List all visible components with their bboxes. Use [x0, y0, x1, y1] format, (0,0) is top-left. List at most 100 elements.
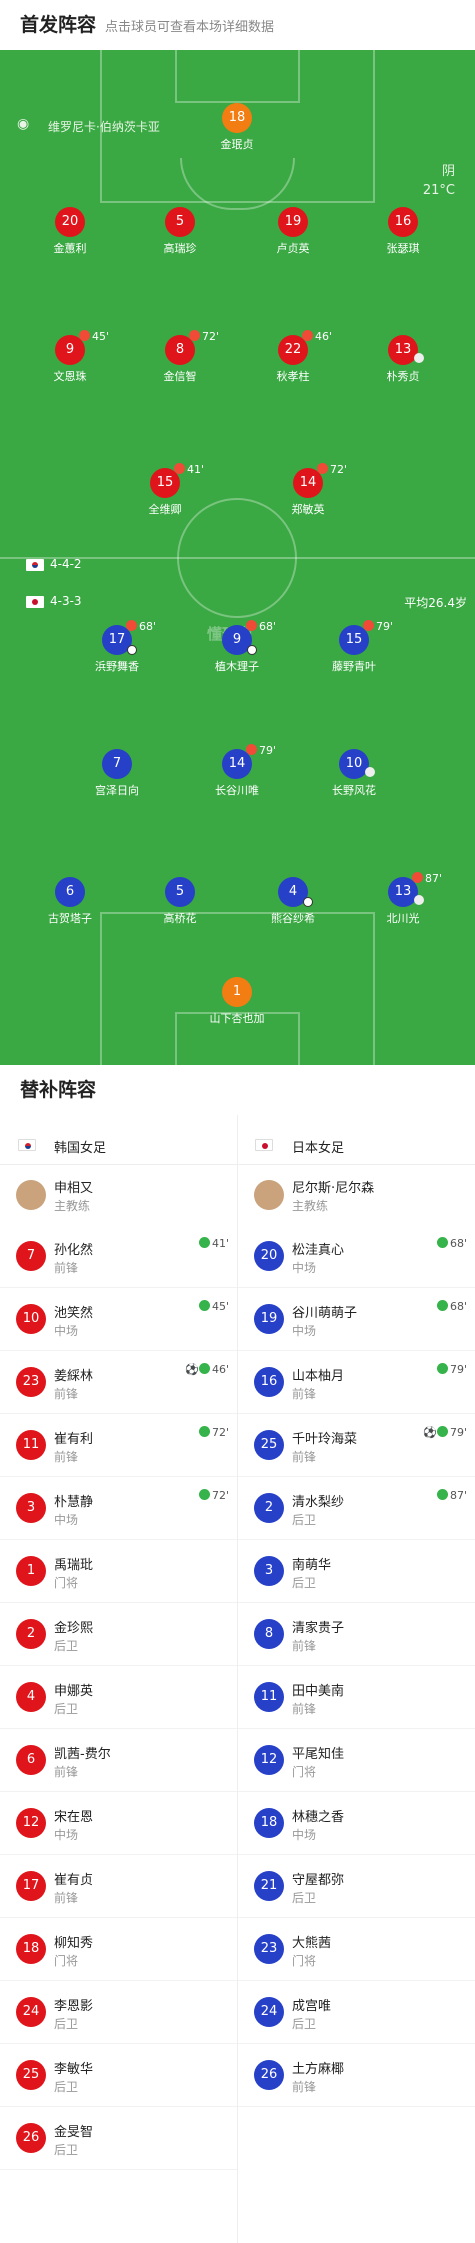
substitute-row[interactable]: 19 谷川萌萌子 中场 68': [238, 1288, 475, 1351]
korea-flag-icon: [26, 559, 44, 571]
sub-on-icon: [198, 1426, 210, 1437]
player-token-away[interactable]: 14 79' 长谷川唯: [202, 744, 276, 798]
substitute-row[interactable]: 16 山本柚月 前锋 79': [238, 1351, 475, 1414]
substitution-time: 41': [174, 463, 204, 476]
jersey-number: 2: [254, 1493, 284, 1523]
player-position: 门将: [292, 1765, 317, 1779]
player-token-home[interactable]: 18 金珉贞: [202, 103, 272, 152]
player-name: 姜綵林: [54, 1369, 94, 1384]
substitute-row[interactable]: 24 李恩影 后卫: [0, 1981, 237, 2044]
coach-role: 主教练: [54, 1199, 91, 1213]
substitute-row[interactable]: 24 成宫唯 后卫: [238, 1981, 475, 2044]
player-position: 后卫: [292, 1891, 317, 1905]
player-name: 崔有利: [54, 1432, 94, 1447]
home-coach[interactable]: 申相又 主教练: [0, 1165, 237, 1225]
away-coach[interactable]: 尼尔斯·尼尔森 主教练: [238, 1165, 475, 1225]
substitute-row[interactable]: 23 姜綵林 前锋 ⚽ 46': [0, 1351, 237, 1414]
player-token-away[interactable]: 7 宫泽日向: [82, 749, 152, 798]
player-token-home[interactable]: 13 朴秀贞: [368, 335, 438, 384]
player-token-away[interactable]: 5 高桥花: [145, 877, 215, 926]
player-name: 谷川萌萌子: [292, 1306, 358, 1321]
substitute-row[interactable]: 7 孙化然 前锋 41': [0, 1225, 237, 1288]
substitute-row[interactable]: 23 大熊茜 门将: [238, 1918, 475, 1981]
player-token-home[interactable]: 5 高瑞珍: [145, 207, 215, 256]
player-token-home[interactable]: 15 41' 全维卿: [130, 463, 204, 517]
player-position: 前锋: [54, 1261, 79, 1275]
player-name: 宫泽日向: [95, 784, 139, 797]
player-name: 浜野舞香: [95, 660, 139, 673]
substitute-row[interactable]: 3 朴慧静 中场 72': [0, 1477, 237, 1540]
player-token-home[interactable]: 16 张瑟琪: [368, 207, 438, 256]
substitute-row[interactable]: 10 池笑然 中场 45': [0, 1288, 237, 1351]
substitute-row[interactable]: 4 申娜英 后卫: [0, 1666, 237, 1729]
coach-name: 尼尔斯·尼尔森: [292, 1181, 375, 1196]
substitution-time: 87': [412, 872, 442, 885]
jersey-number: 6: [55, 877, 85, 907]
player-token-away[interactable]: 15 79' 藤野青叶: [319, 620, 393, 674]
coach-name: 申相又: [54, 1181, 94, 1196]
jersey-number: 13: [388, 335, 418, 365]
substitute-row[interactable]: 3 南萌华 后卫: [238, 1540, 475, 1603]
substitute-row[interactable]: 26 土方麻椰 前锋: [238, 2044, 475, 2107]
away-formation: 4-3-3: [50, 594, 82, 608]
substitute-row[interactable]: 25 李敏华 后卫: [0, 2044, 237, 2107]
home-team-name: 韩国女足: [54, 1141, 107, 1156]
sub-on-icon: [436, 1237, 448, 1248]
jersey-number: 19: [278, 207, 308, 237]
player-token-home[interactable]: 14 72' 郑敏英: [273, 463, 347, 517]
substitute-row[interactable]: 18 林穗之香 中场: [238, 1792, 475, 1855]
substitute-row[interactable]: 12 宋在恩 中场: [0, 1792, 237, 1855]
substitute-row[interactable]: 21 守屋都弥 后卫: [238, 1855, 475, 1918]
player-token-away[interactable]: 6 古贺塔子: [35, 877, 105, 926]
jersey-number: 19: [254, 1304, 284, 1334]
player-position: 中场: [54, 1513, 79, 1527]
page-title: 首发阵容: [20, 14, 97, 36]
player-token-away[interactable]: 13 87' 北川光: [368, 872, 442, 926]
player-token-home[interactable]: 20 金蕙利: [35, 207, 105, 256]
player-name: 古贺塔子: [48, 912, 92, 925]
player-token-away[interactable]: 17 68' 浜野舞香: [82, 620, 156, 674]
jersey-number: 1: [16, 1556, 46, 1586]
substitute-row[interactable]: 25 千叶玲海菜 前锋 ⚽ 79': [238, 1414, 475, 1477]
substitute-row[interactable]: 2 金珍熙 后卫: [0, 1603, 237, 1666]
substitute-row[interactable]: 26 金旻智 后卫: [0, 2107, 237, 2170]
substitute-row[interactable]: 17 崔有贞 前锋: [0, 1855, 237, 1918]
jersey-number: 17: [16, 1871, 46, 1901]
substitute-row[interactable]: 18 柳知秀 门将: [0, 1918, 237, 1981]
jersey-number: 7: [16, 1241, 46, 1271]
jersey-number: 18: [16, 1934, 46, 1964]
player-token-home[interactable]: 22 46' 秋孝柱: [258, 330, 332, 384]
substitute-row[interactable]: 1 禹瑞玭 门将: [0, 1540, 237, 1603]
japan-flag-icon: [26, 596, 44, 608]
jersey-number: 25: [254, 1430, 284, 1460]
player-name: 田中美南: [292, 1684, 345, 1699]
player-token-away[interactable]: 9 68' 植木理子: [202, 620, 276, 674]
player-token-away[interactable]: 1 山下杏也加: [202, 977, 272, 1026]
goal-ball-icon: ⚽: [423, 1426, 437, 1439]
substitution-time: 72': [189, 330, 219, 343]
goal-ball-icon: [127, 645, 137, 655]
player-name: 林穗之香: [292, 1810, 345, 1825]
player-name: 熊谷纱希: [271, 912, 315, 925]
substitute-row[interactable]: 6 凯茜-费尔 前锋: [0, 1729, 237, 1792]
player-token-home[interactable]: 8 72' 金信智: [145, 330, 219, 384]
substitute-row[interactable]: 8 清家贵子 前锋: [238, 1603, 475, 1666]
player-position: 前锋: [292, 2080, 317, 2094]
substitute-row[interactable]: 11 崔有利 前锋 72': [0, 1414, 237, 1477]
player-token-home[interactable]: 9 45' 文恩珠: [35, 330, 109, 384]
player-name: 凯茜-费尔: [54, 1747, 111, 1762]
jersey-number: 1: [222, 977, 252, 1007]
captain-icon: [414, 895, 424, 905]
sub-on-time: 45': [198, 1300, 229, 1313]
player-name: 山下杏也加: [209, 1012, 265, 1025]
player-token-home[interactable]: 19 卢贞英: [258, 207, 328, 256]
substitute-row[interactable]: 2 清水梨纱 后卫 87': [238, 1477, 475, 1540]
substitute-row[interactable]: 12 平尾知佳 门将: [238, 1729, 475, 1792]
player-token-away[interactable]: 4 熊谷纱希: [258, 877, 328, 926]
jersey-number: 3: [254, 1556, 284, 1586]
substitute-row[interactable]: 11 田中美南 前锋: [238, 1666, 475, 1729]
player-token-away[interactable]: 10 长野风花: [319, 749, 389, 798]
jersey-number: 4: [16, 1682, 46, 1712]
player-name: 长谷川唯: [215, 784, 259, 797]
substitute-row[interactable]: 20 松洼真心 中场 68': [238, 1225, 475, 1288]
